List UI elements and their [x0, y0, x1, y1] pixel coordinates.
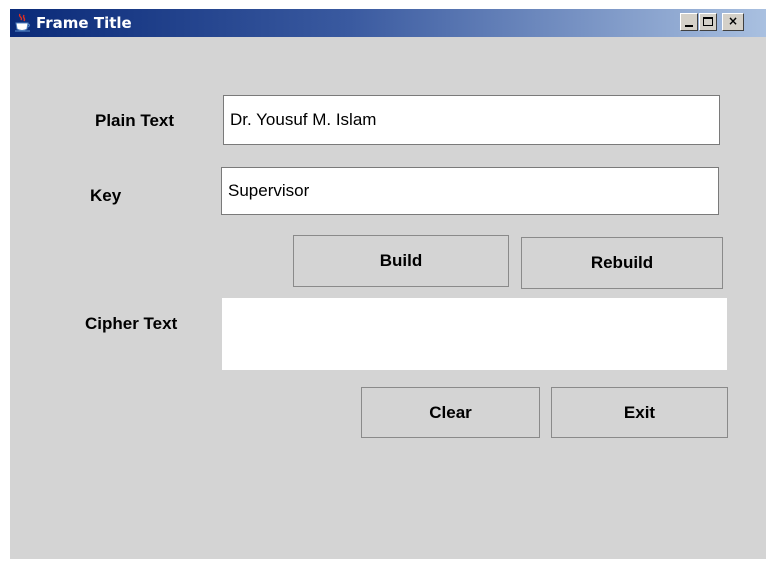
cipher-text-label: Cipher Text	[85, 314, 178, 333]
plain-text-input[interactable]	[223, 95, 720, 145]
maximize-icon	[703, 17, 713, 26]
title-bar[interactable]: Frame Title ×	[10, 9, 766, 37]
app-window: Frame Title × Plain Text Key Build Rebui…	[10, 9, 766, 559]
key-input[interactable]	[221, 167, 719, 215]
exit-button[interactable]: Exit	[551, 387, 728, 438]
minimize-icon	[685, 25, 693, 27]
plain-text-label: Plain Text	[95, 111, 175, 130]
build-button[interactable]: Build	[293, 235, 509, 287]
cipher-text-output[interactable]	[222, 298, 727, 370]
maximize-button[interactable]	[699, 13, 717, 31]
minimize-button[interactable]	[680, 13, 698, 31]
window-title: Frame Title	[36, 14, 132, 32]
key-label: Key	[90, 186, 122, 205]
close-icon: ×	[727, 14, 739, 28]
clear-button[interactable]: Clear	[361, 387, 540, 438]
close-button[interactable]: ×	[722, 13, 744, 31]
rebuild-button[interactable]: Rebuild	[521, 237, 723, 289]
java-coffee-cup-icon	[15, 13, 31, 32]
